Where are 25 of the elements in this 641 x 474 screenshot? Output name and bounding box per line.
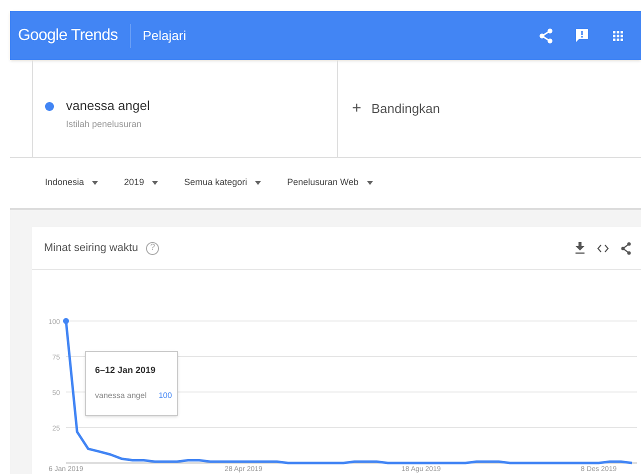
data-point [63,318,69,324]
feedback-icon[interactable] [575,28,589,43]
embed-icon[interactable] [597,244,609,252]
card-title: Minat seiring waktu [44,240,138,256]
caret-icon [152,181,158,185]
search-term: vanessa angel [66,97,150,115]
filter-dropdown[interactable]: 2019 [124,176,158,190]
tooltip-term: vanessa angel [95,390,147,402]
caret-icon [255,181,262,185]
filter-dropdown[interactable]: Penelusuran Web [287,176,373,190]
compare-button[interactable]: + Bandingkan [338,60,440,157]
section-title: Pelajari [142,26,186,45]
search-term-card[interactable]: vanessa angel Istilah penelusuran [32,60,338,157]
share-icon[interactable] [621,242,631,254]
tooltip-value: 100 [158,390,172,402]
share-icon[interactable] [539,28,553,44]
download-icon[interactable] [575,242,585,254]
caret-icon [92,181,98,185]
filter-dropdown[interactable]: Semua kategori [184,176,262,190]
apps-icon[interactable] [613,30,623,40]
filter-dropdown[interactable]: Indonesia [45,176,98,190]
logo[interactable]: Google Trends [18,24,131,48]
search-term-type: Istilah penelusuran [66,118,143,131]
tooltip-date: 6–12 Jan 2019 [95,364,157,377]
caret-icon [366,181,373,185]
